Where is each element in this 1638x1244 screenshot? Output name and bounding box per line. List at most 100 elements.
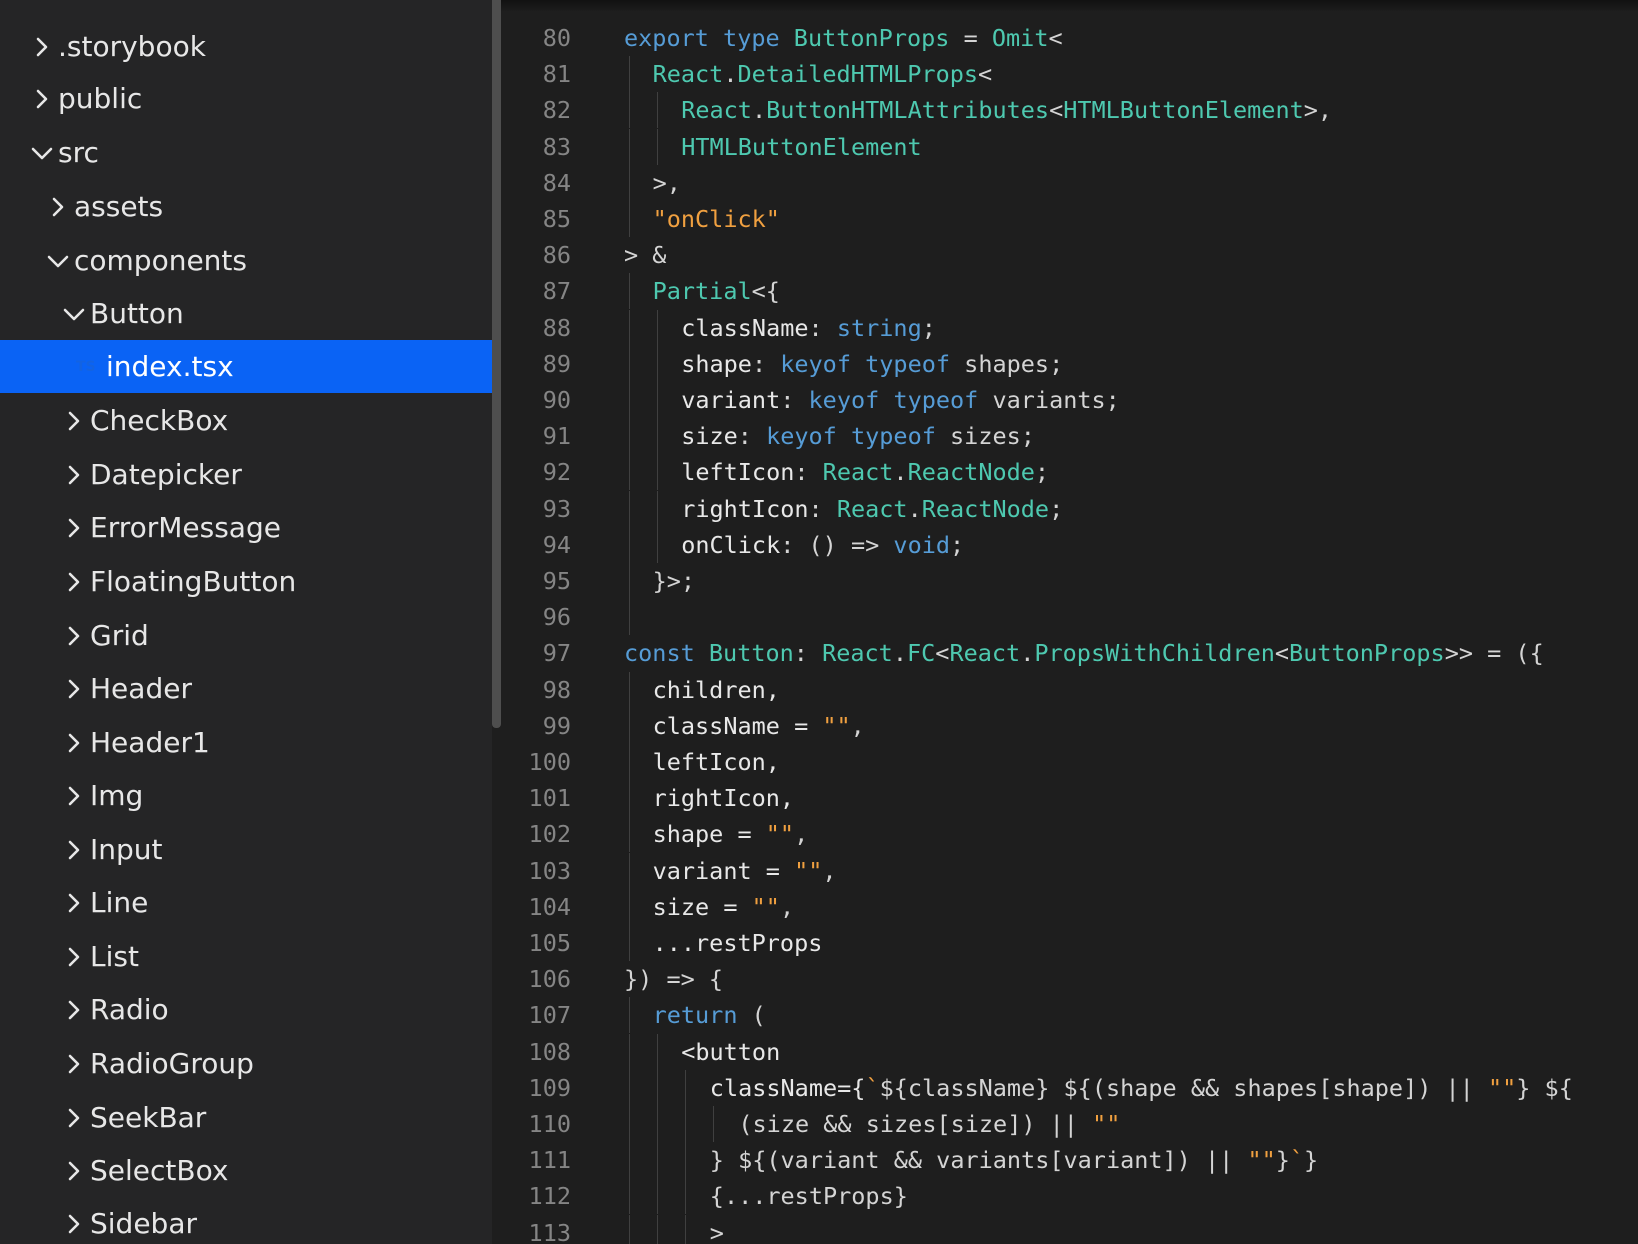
code-token: typeof xyxy=(850,422,936,451)
code-token: : xyxy=(808,494,837,523)
code-text: const Button: React.FC<React.PropsWithCh… xyxy=(624,635,1544,671)
code-line[interactable]: 93 rightIcon: React.ReactNode; xyxy=(501,490,1638,527)
code-line[interactable]: 112 {...restProps} xyxy=(501,1178,1638,1215)
code-line[interactable]: 94 onClick: () => void; xyxy=(501,526,1638,563)
code-line[interactable]: 100 leftIcon, xyxy=(501,744,1638,780)
code-line[interactable]: 86 > & xyxy=(501,237,1638,273)
code-line[interactable]: 84 >, xyxy=(501,164,1638,201)
indent-guide xyxy=(629,164,630,201)
indent-guide xyxy=(629,1106,630,1142)
code-editor[interactable]: 80 export type ButtonProps = Omit< 81 React… xyxy=(501,0,1638,1244)
explorer-item-datepicker[interactable]: Datepicker xyxy=(0,448,492,501)
explorer-item-grid[interactable]: Grid xyxy=(0,609,492,662)
explorer-item-seekbar[interactable]: SeekBar xyxy=(0,1091,492,1144)
code-token: Omit xyxy=(991,24,1049,52)
code-line[interactable]: 88 className: string; xyxy=(501,309,1638,346)
code-line[interactable]: 110 (size && sizes[size]) || "" xyxy=(501,1106,1638,1142)
code-line[interactable]: 103 variant = "", xyxy=(501,852,1638,889)
code-token: ButtonHTMLAttributes xyxy=(766,96,1050,125)
code-text: } ${(variant && variants[variant]) || ""… xyxy=(710,1142,1318,1178)
explorer-item-index-tsx[interactable]: TS index.tsx xyxy=(0,340,492,393)
explorer-scrollbar[interactable] xyxy=(492,0,501,728)
code-token: ( xyxy=(737,1001,766,1030)
code-line[interactable]: 81 React.DetailedHTMLProps< xyxy=(501,56,1638,93)
indent-guide xyxy=(657,454,658,491)
explorer-item-errormessage[interactable]: ErrorMessage xyxy=(0,501,492,554)
code-text: React.ButtonHTMLAttributes<HTMLButtonEle… xyxy=(681,92,1332,128)
indent-guide xyxy=(629,744,630,780)
code-line[interactable]: 87 Partial<{ xyxy=(501,273,1638,310)
code-text: leftIcon, xyxy=(653,744,780,780)
code-line[interactable]: 83 HTMLButtonElement xyxy=(501,128,1638,165)
indent-guide xyxy=(629,599,630,636)
code-line[interactable]: 99 className = "", xyxy=(501,707,1638,744)
code-line[interactable]: 113 > xyxy=(501,1214,1638,1244)
code-line[interactable]: 109 className={`${className} ${(shape && … xyxy=(501,1069,1638,1106)
explorer-item-input[interactable]: Input xyxy=(0,823,492,876)
code-token: }) => { xyxy=(624,965,724,994)
explorer-item-img[interactable]: Img xyxy=(0,769,492,822)
code-line[interactable]: 92 leftIcon: React.ReactNode; xyxy=(501,454,1638,491)
explorer-item-checkbox[interactable]: CheckBox xyxy=(0,394,492,447)
code-token: rightIcon, xyxy=(652,784,795,813)
explorer-item-list[interactable]: List xyxy=(0,930,492,983)
code-line[interactable]: 107 return ( xyxy=(501,997,1638,1034)
code-line[interactable]: 97 const Button: React.FC<React.PropsWith… xyxy=(501,635,1638,671)
explorer-item-label: public xyxy=(58,82,143,115)
code-token: HTMLButtonElement xyxy=(1063,96,1304,125)
code-line[interactable]: 102 shape = "", xyxy=(501,816,1638,853)
code-token: "" xyxy=(1247,1146,1276,1175)
explorer-item-src[interactable]: src xyxy=(0,126,492,179)
code-text: rightIcon, xyxy=(653,780,794,816)
explorer-item-line[interactable]: Line xyxy=(0,876,492,929)
chevron-right-icon xyxy=(60,889,88,917)
code-token: rightIcon xyxy=(681,494,809,523)
explorer-item-radiogroup[interactable]: RadioGroup xyxy=(0,1037,492,1090)
code-line[interactable]: 104 size = "", xyxy=(501,888,1638,925)
explorer-item-components[interactable]: components xyxy=(0,234,492,287)
code-text: {...restProps} xyxy=(710,1178,908,1214)
code-token: "" xyxy=(822,711,851,740)
code-line[interactable]: 105 ...restProps xyxy=(501,925,1638,961)
explorer-item-public[interactable]: public xyxy=(0,72,492,125)
explorer-item-sidebar[interactable]: Sidebar xyxy=(0,1197,492,1244)
indent-guide xyxy=(657,1214,658,1244)
explorer-item-floatingbutton[interactable]: FloatingButton xyxy=(0,555,492,608)
explorer-item-assets[interactable]: assets xyxy=(0,180,492,233)
code-line[interactable]: 91 size: keyof typeof sizes; xyxy=(501,418,1638,455)
code-token: leftIcon, xyxy=(652,748,780,776)
file-explorer: .storybook public src assets components Butto… xyxy=(0,0,492,1244)
code-token: "" xyxy=(1092,1110,1121,1138)
chevron-right-icon xyxy=(28,33,56,61)
chevron-right-icon xyxy=(60,943,88,971)
code-line[interactable]: 108 <button xyxy=(501,1033,1638,1070)
code-token: keyof xyxy=(808,386,880,414)
code-token: >, xyxy=(652,168,681,197)
explorer-item-selectbox[interactable]: SelectBox xyxy=(0,1144,492,1197)
code-line[interactable]: 106}) => { xyxy=(501,961,1638,997)
code-line[interactable]: 111} ${(variant && variants[variant]) ||… xyxy=(501,1142,1638,1179)
line-number: 103 xyxy=(528,856,571,885)
code-token: export xyxy=(624,24,709,52)
line-number: 94 xyxy=(542,530,571,559)
code-line[interactable]: 95}>; xyxy=(501,563,1638,599)
explorer-item-header[interactable]: Header xyxy=(0,662,492,715)
code-line[interactable]: 85 "onClick" xyxy=(501,201,1638,237)
explorer-item-header1[interactable]: Header1 xyxy=(0,716,492,769)
code-line[interactable]: 80 export type ButtonProps = Omit< xyxy=(501,20,1638,56)
code-text: shape = "", xyxy=(653,816,809,852)
code-line[interactable]: 96 xyxy=(501,599,1638,636)
code-token: : xyxy=(794,458,823,487)
code-token: shape = xyxy=(652,820,766,849)
explorer-item-radio[interactable]: Radio xyxy=(0,983,492,1036)
code-line[interactable]: 89 shape: keyof typeof shapes; xyxy=(501,345,1638,382)
explorer-item-button[interactable]: Button xyxy=(0,287,492,340)
code-token: ; xyxy=(1049,494,1064,523)
code-line[interactable]: 90 variant: keyof typeof variants; xyxy=(501,382,1638,418)
explorer-item-storybook[interactable]: .storybook xyxy=(0,20,492,73)
code-line[interactable]: 82 React.ButtonHTMLAttributes<HTMLButtonE… xyxy=(501,92,1638,129)
code-line[interactable]: 98 children, xyxy=(501,671,1638,708)
code-line[interactable]: 101 rightIcon, xyxy=(501,780,1638,817)
code-token: size = xyxy=(652,892,752,921)
